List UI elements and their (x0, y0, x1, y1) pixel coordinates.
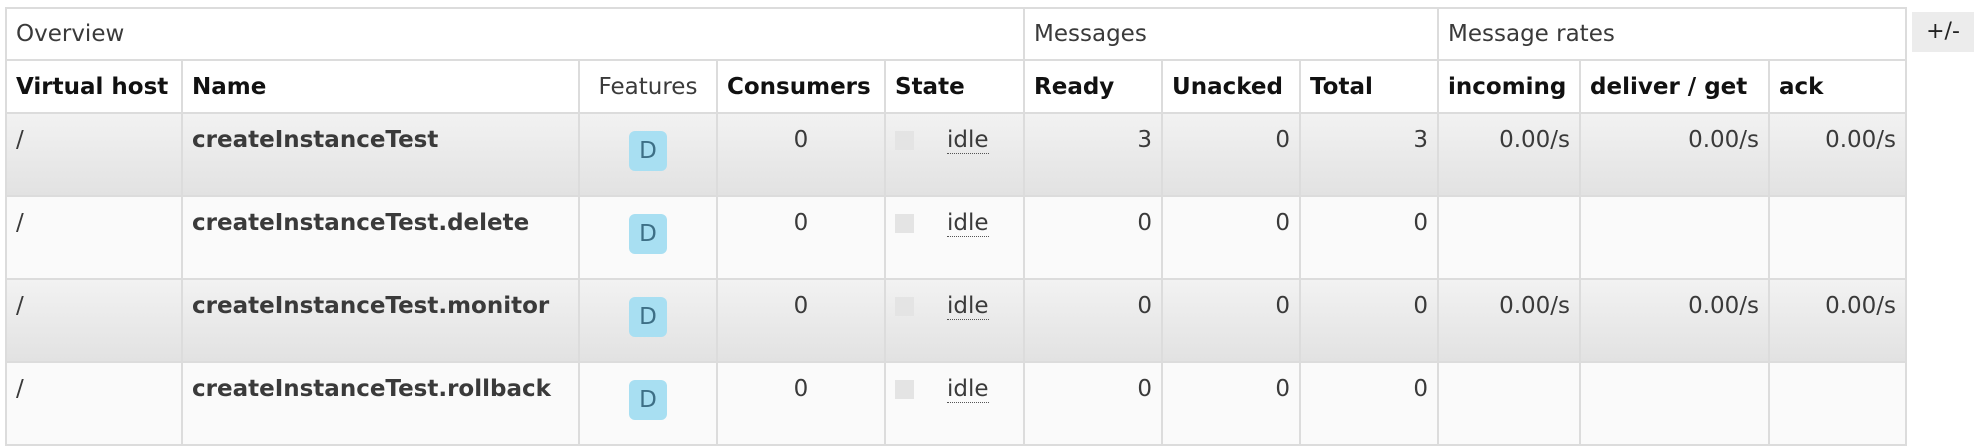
col-total[interactable]: Total (1299, 59, 1440, 114)
consumers-cell: 0 (716, 195, 886, 280)
unacked-cell: 0 (1161, 278, 1302, 363)
vhost-cell: / (5, 195, 183, 280)
col-unacked[interactable]: Unacked (1161, 59, 1302, 114)
col-state[interactable]: State (883, 59, 1026, 114)
group-messages: Messages (1023, 7, 1440, 61)
state-label: idle (947, 127, 989, 155)
total-cell: 0 (1299, 278, 1440, 363)
incoming-rate-cell: 0.00/s (1437, 278, 1582, 363)
total-cell: 0 (1299, 195, 1440, 280)
col-features: Features (578, 59, 718, 114)
vhost-cell: / (5, 361, 183, 446)
state-label: idle (947, 293, 989, 321)
col-virtual-host[interactable]: Virtual host (5, 59, 183, 114)
state-indicator-icon (895, 131, 914, 151)
col-ready[interactable]: Ready (1023, 59, 1164, 114)
queue-name-link[interactable]: createInstanceTest (181, 112, 580, 197)
ack-rate-cell (1768, 195, 1908, 280)
incoming-rate-cell (1437, 361, 1582, 446)
col-incoming[interactable]: incoming (1437, 59, 1582, 114)
ready-cell: 0 (1023, 278, 1164, 363)
deliver-get-rate-cell (1579, 195, 1771, 280)
state-label: idle (947, 210, 989, 238)
col-deliver-get[interactable]: deliver / get (1579, 59, 1771, 114)
group-overview: Overview (4, 7, 1026, 61)
table-row: / createInstanceTest.monitor D 0 idle 0 … (5, 278, 1908, 363)
unacked-cell: 0 (1161, 195, 1302, 280)
state-indicator-icon (895, 380, 914, 400)
durable-badge: D (629, 131, 667, 171)
queues-table: Overview Messages Message rates Virtual … (4, 7, 1908, 446)
queue-name-link[interactable]: createInstanceTest.rollback (181, 361, 580, 446)
col-ack[interactable]: ack (1768, 59, 1908, 114)
incoming-rate-cell (1437, 195, 1582, 280)
ready-cell: 0 (1023, 195, 1164, 280)
group-message-rates: Message rates (1437, 7, 1908, 61)
durable-badge: D (629, 297, 667, 337)
unacked-cell: 0 (1161, 112, 1302, 197)
table-row: / createInstanceTest D 0 idle 3 0 3 0.00… (5, 112, 1908, 197)
durable-badge: D (629, 380, 667, 420)
total-cell: 3 (1299, 112, 1440, 197)
consumers-cell: 0 (716, 278, 886, 363)
deliver-get-rate-cell: 0.00/s (1579, 278, 1771, 363)
ready-cell: 3 (1023, 112, 1164, 197)
vhost-cell: / (5, 278, 183, 363)
deliver-get-rate-cell (1579, 361, 1771, 446)
ack-rate-cell: 0.00/s (1768, 278, 1908, 363)
deliver-get-rate-cell: 0.00/s (1579, 112, 1771, 197)
column-group-header-row: Overview Messages Message rates (4, 7, 1908, 61)
ack-rate-cell: 0.00/s (1768, 112, 1908, 197)
queue-name-link[interactable]: createInstanceTest.delete (181, 195, 580, 280)
state-indicator-icon (895, 297, 914, 317)
state-label: idle (947, 376, 989, 404)
queue-name-link[interactable]: createInstanceTest.monitor (181, 278, 580, 363)
column-header-row: Virtual host Name Features Consumers Sta… (5, 59, 1908, 114)
consumers-cell: 0 (716, 361, 886, 446)
state-indicator-icon (895, 214, 914, 234)
table-row: / createInstanceTest.delete D 0 idle 0 0… (5, 195, 1908, 280)
toggle-columns-button[interactable]: +/- (1912, 12, 1974, 52)
col-consumers[interactable]: Consumers (716, 59, 886, 114)
ack-rate-cell (1768, 361, 1908, 446)
durable-badge: D (629, 214, 667, 254)
vhost-cell: / (5, 112, 183, 197)
incoming-rate-cell: 0.00/s (1437, 112, 1582, 197)
total-cell: 0 (1299, 361, 1440, 446)
ready-cell: 0 (1023, 361, 1164, 446)
table-row: / createInstanceTest.rollback D 0 idle 0… (5, 361, 1908, 446)
unacked-cell: 0 (1161, 361, 1302, 446)
col-name[interactable]: Name (181, 59, 580, 114)
consumers-cell: 0 (716, 112, 886, 197)
